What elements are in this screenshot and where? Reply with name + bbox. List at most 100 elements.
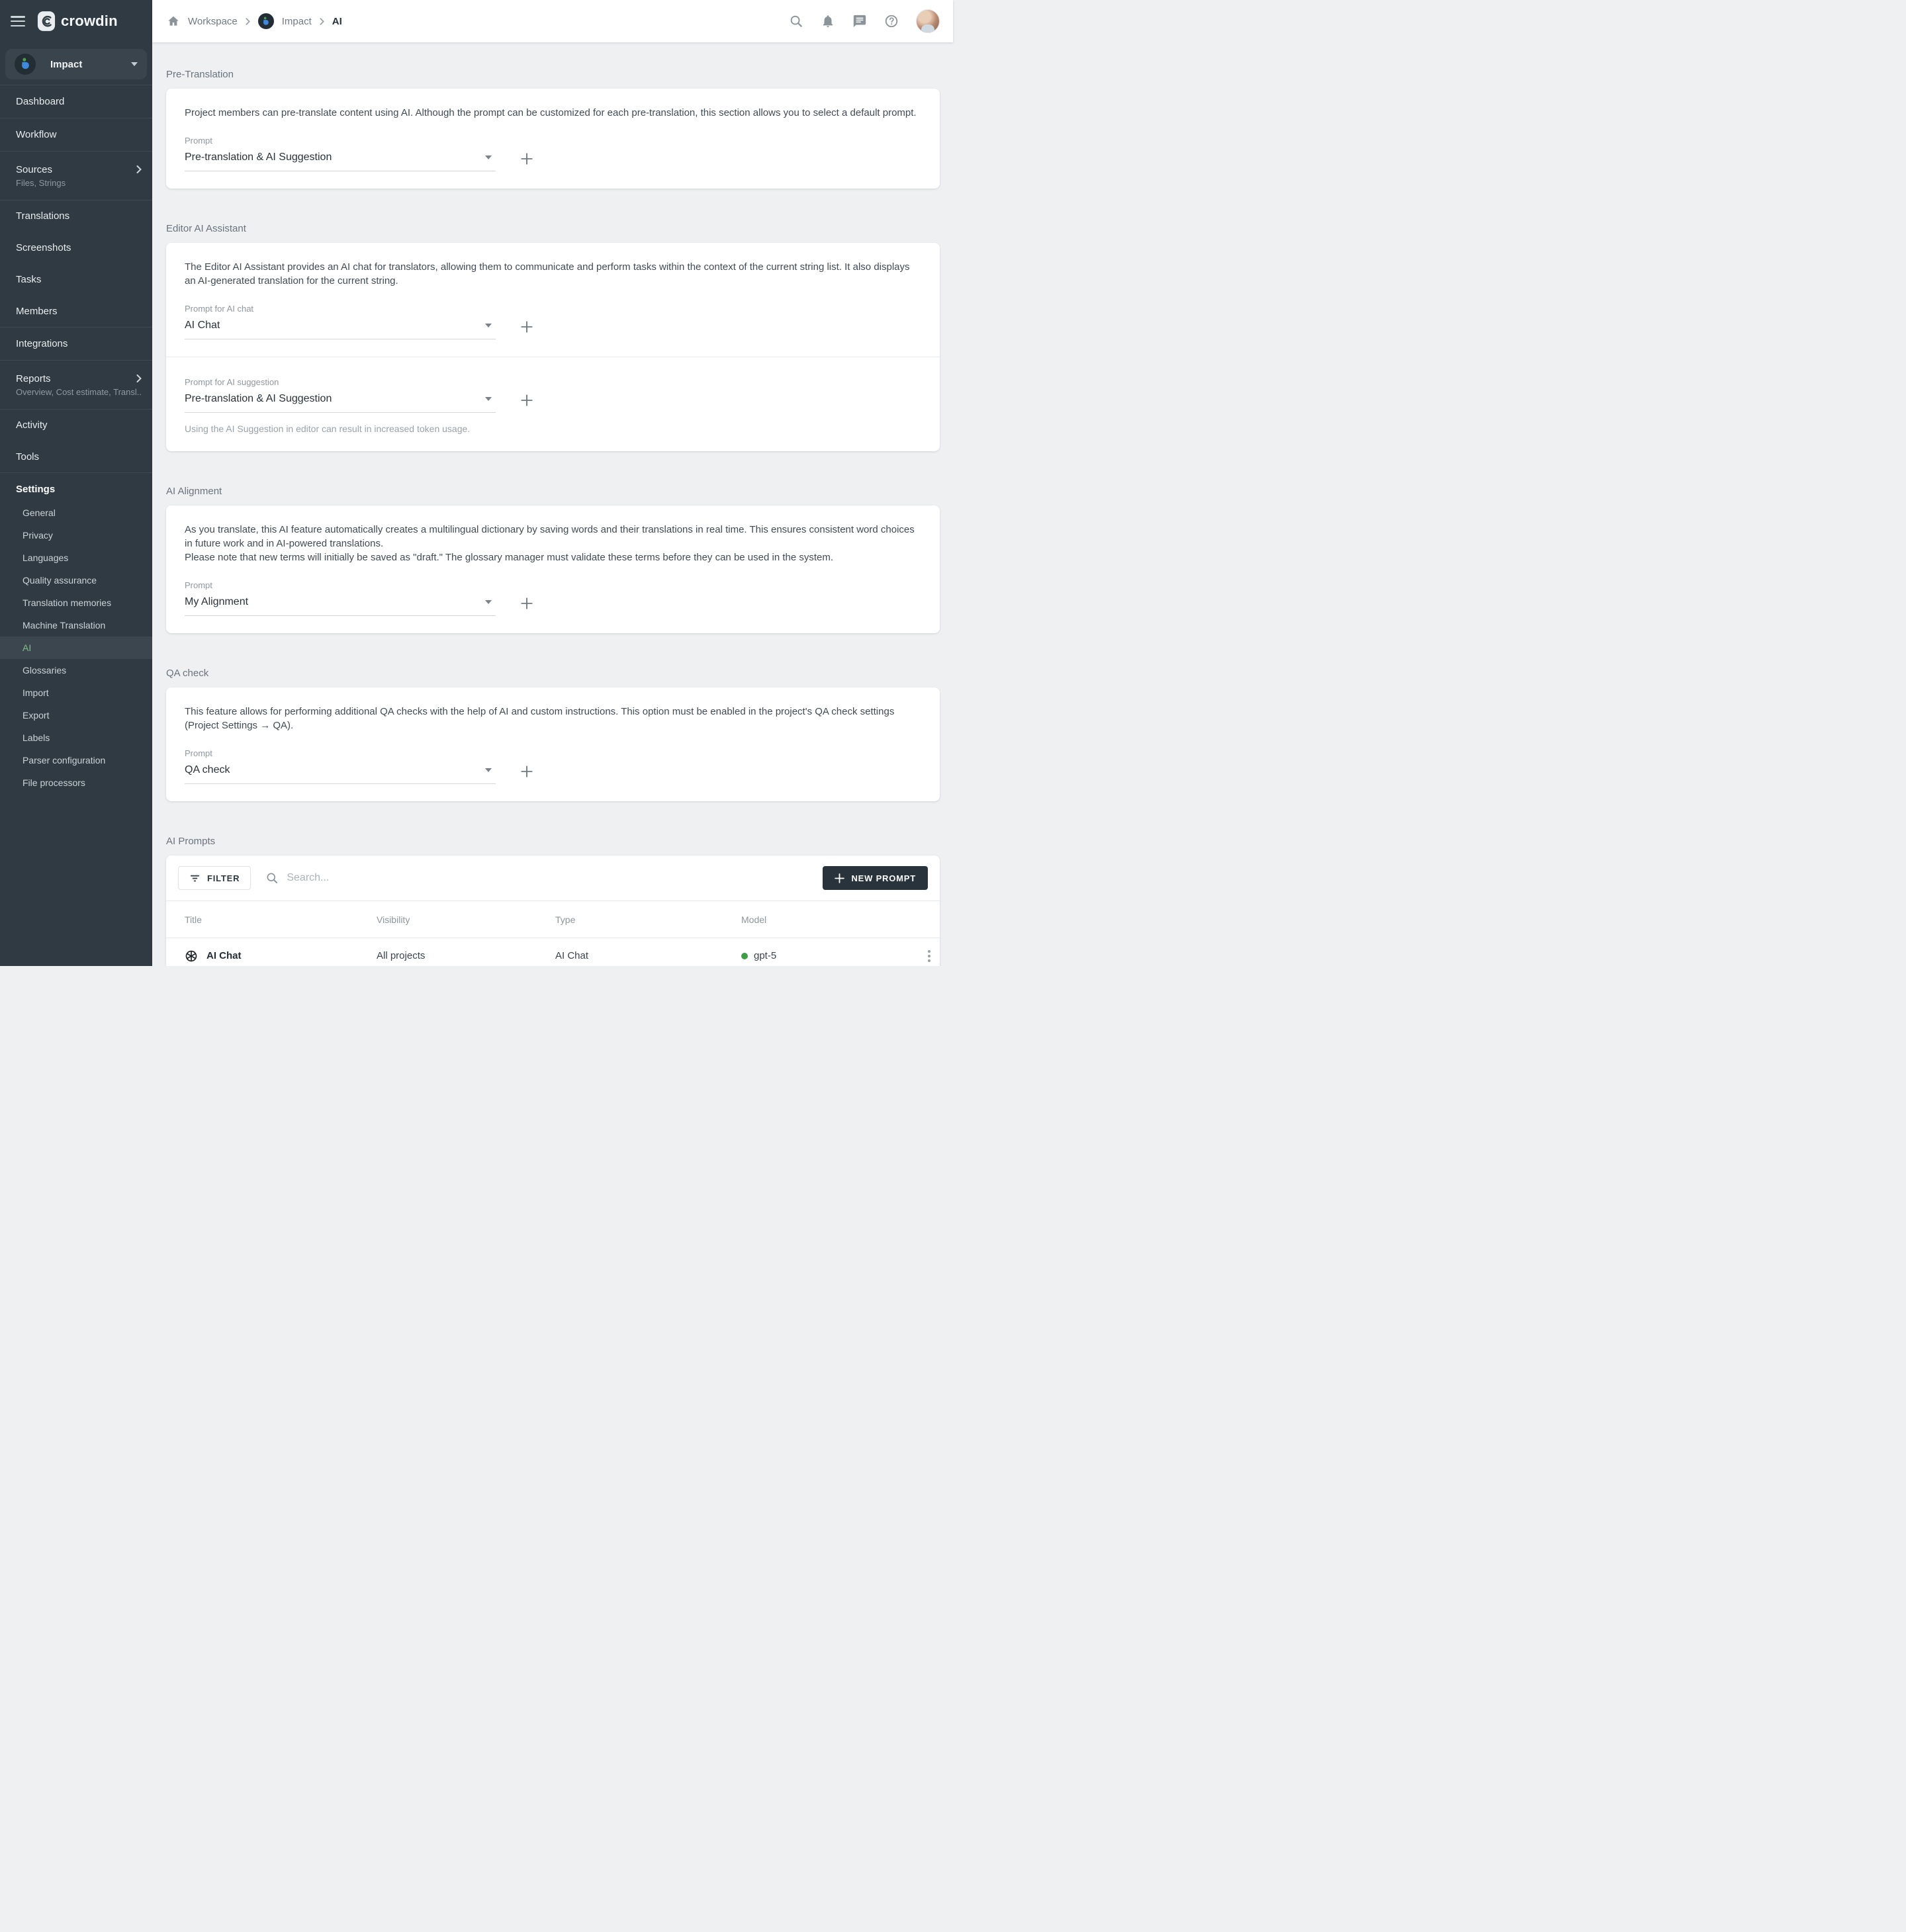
home-icon[interactable] <box>167 15 180 28</box>
chevron-down-icon <box>485 600 492 604</box>
sidebar-item-integrations[interactable]: Integrations <box>0 327 152 360</box>
row-type: AI Chat <box>555 950 741 961</box>
settings-item-quality-assurance[interactable]: Quality assurance <box>0 569 152 592</box>
sidebar-item-translations[interactable]: Translations <box>0 200 152 232</box>
pre-translation-prompt-select[interactable]: Pre-translation & AI Suggestion <box>185 146 496 171</box>
settings-item-export[interactable]: Export <box>0 704 152 726</box>
row-visibility: All projects <box>377 950 555 961</box>
ai-suggestion-prompt-select[interactable]: Pre-translation & AI Suggestion <box>185 387 496 413</box>
settings-item-file-processors[interactable]: File processors <box>0 771 152 794</box>
add-prompt-button[interactable] <box>520 764 534 779</box>
ai-prompts-table: Title Visibility Type Model AI Chat All … <box>166 900 940 966</box>
breadcrumb-project[interactable]: Impact <box>282 16 312 27</box>
settings-item-privacy[interactable]: Privacy <box>0 524 152 547</box>
notifications-icon[interactable] <box>821 14 835 28</box>
model-status-dot <box>741 953 748 959</box>
messages-icon[interactable] <box>852 14 867 28</box>
ai-alignment-prompt-select[interactable]: My Alignment <box>185 590 496 616</box>
help-icon[interactable] <box>884 14 899 28</box>
settings-item-labels[interactable]: Labels <box>0 726 152 749</box>
column-type: Type <box>555 914 741 925</box>
search-input[interactable] <box>287 872 565 884</box>
ai-chat-prompt-select[interactable]: AI Chat <box>185 314 496 339</box>
sidebar-item-tasks[interactable]: Tasks <box>0 263 152 295</box>
project-switcher[interactable]: Impact <box>5 49 147 79</box>
section-label: Pre-Translation <box>166 69 940 80</box>
breadcrumb-page: AI <box>332 16 342 27</box>
sidebar-item-tools[interactable]: Tools <box>0 441 152 472</box>
section-pre-translation: Pre-Translation Project members can pre-… <box>166 69 940 189</box>
breadcrumb-workspace[interactable]: Workspace <box>188 16 238 27</box>
settings-item-parser-configuration[interactable]: Parser configuration <box>0 749 152 771</box>
chevron-right-icon <box>136 165 142 173</box>
sidebar-nav: Dashboard Workflow Sources Files, String… <box>0 85 152 966</box>
breadcrumb: Workspace Impact AI <box>167 13 789 29</box>
sidebar-item-reports-subtitle: Overview, Cost estimate, Transl... <box>16 387 142 397</box>
sidebar-item-workflow[interactable]: Workflow <box>0 118 152 151</box>
sidebar-item-members[interactable]: Members <box>0 295 152 327</box>
filter-button[interactable]: FILTER <box>178 866 251 890</box>
settings-item-machine-translation[interactable]: Machine Translation <box>0 614 152 637</box>
new-prompt-button[interactable]: NEW PROMPT <box>823 866 928 890</box>
add-prompt-button[interactable] <box>520 320 534 334</box>
sidebar-item-reports[interactable]: Reports Overview, Cost estimate, Transl.… <box>0 360 152 409</box>
column-title: Title <box>185 914 377 925</box>
section-editor-ai-assistant: Editor AI Assistant The Editor AI Assist… <box>166 223 940 451</box>
settings-item-translation-memories[interactable]: Translation memories <box>0 592 152 614</box>
crowdin-logo[interactable]: crowdin <box>37 11 118 32</box>
section-label: AI Alignment <box>166 486 940 497</box>
ai-alignment-card: As you translate, this AI feature automa… <box>166 505 940 633</box>
breadcrumb-project-icon <box>258 13 274 29</box>
search-icon[interactable] <box>789 14 803 28</box>
settings-item-glossaries[interactable]: Glossaries <box>0 659 152 681</box>
table-row[interactable]: AI Chat All projects AI Chat gpt-5 <box>166 938 940 966</box>
menu-icon[interactable] <box>11 16 25 26</box>
prompt-label: Prompt <box>185 136 921 146</box>
sidebar-item-sources[interactable]: Sources Files, Strings <box>0 151 152 200</box>
brand-name: crowdin <box>61 13 118 30</box>
settings-ai-page: Pre-Translation Project members can pre-… <box>152 42 953 966</box>
chevron-down-icon <box>131 62 138 66</box>
user-avatar[interactable] <box>916 9 940 33</box>
qa-check-description: This feature allows for performing addit… <box>185 705 921 732</box>
prompt-label: Prompt <box>185 748 921 758</box>
chevron-down-icon <box>485 397 492 401</box>
row-menu-icon[interactable] <box>919 946 940 966</box>
search-icon <box>265 871 279 885</box>
openai-icon <box>185 949 198 963</box>
editor-ai-assistant-card: The Editor AI Assistant provides an AI c… <box>166 243 940 451</box>
settings-item-ai[interactable]: AI <box>0 637 152 659</box>
token-usage-note: Using the AI Suggestion in editor can re… <box>185 423 921 434</box>
settings-item-import[interactable]: Import <box>0 681 152 704</box>
pre-translation-card: Project members can pre-translate conten… <box>166 89 940 189</box>
chevron-down-icon <box>485 768 492 772</box>
section-label: QA check <box>166 668 940 679</box>
chevron-right-icon <box>136 374 142 382</box>
sidebar-item-sources-subtitle: Files, Strings <box>16 178 142 188</box>
sidebar-item-screenshots[interactable]: Screenshots <box>0 232 152 263</box>
prompt-label: Prompt <box>185 580 921 590</box>
sidebar-item-dashboard[interactable]: Dashboard <box>0 85 152 118</box>
sidebar-settings-group: Settings General Privacy Languages Quali… <box>0 472 152 798</box>
qa-check-prompt-select[interactable]: QA check <box>185 758 496 784</box>
sidebar: crowdin Impact Dashboard Workflow Source… <box>0 0 152 966</box>
qa-check-card: This feature allows for performing addit… <box>166 687 940 801</box>
column-visibility: Visibility <box>377 914 555 925</box>
column-model: Model <box>741 914 903 925</box>
chevron-right-icon <box>320 18 324 25</box>
ai-alignment-description-note: Please note that new terms will initiall… <box>185 550 921 564</box>
project-logo-icon <box>15 54 36 75</box>
settings-item-languages[interactable]: Languages <box>0 547 152 569</box>
editor-ai-description: The Editor AI Assistant provides an AI c… <box>185 260 921 288</box>
settings-item-general[interactable]: General <box>0 502 152 524</box>
add-prompt-button[interactable] <box>520 596 534 611</box>
table-header: Title Visibility Type Model <box>166 901 940 938</box>
pre-translation-description: Project members can pre-translate conten… <box>185 106 921 120</box>
chevron-down-icon <box>485 324 492 328</box>
chevron-right-icon <box>246 18 250 25</box>
section-ai-prompts: AI Prompts FILTER NEW PROMPT <box>166 836 940 966</box>
section-label: AI Prompts <box>166 836 940 847</box>
add-prompt-button[interactable] <box>520 152 534 166</box>
sidebar-item-activity[interactable]: Activity <box>0 409 152 441</box>
add-prompt-button[interactable] <box>520 393 534 408</box>
